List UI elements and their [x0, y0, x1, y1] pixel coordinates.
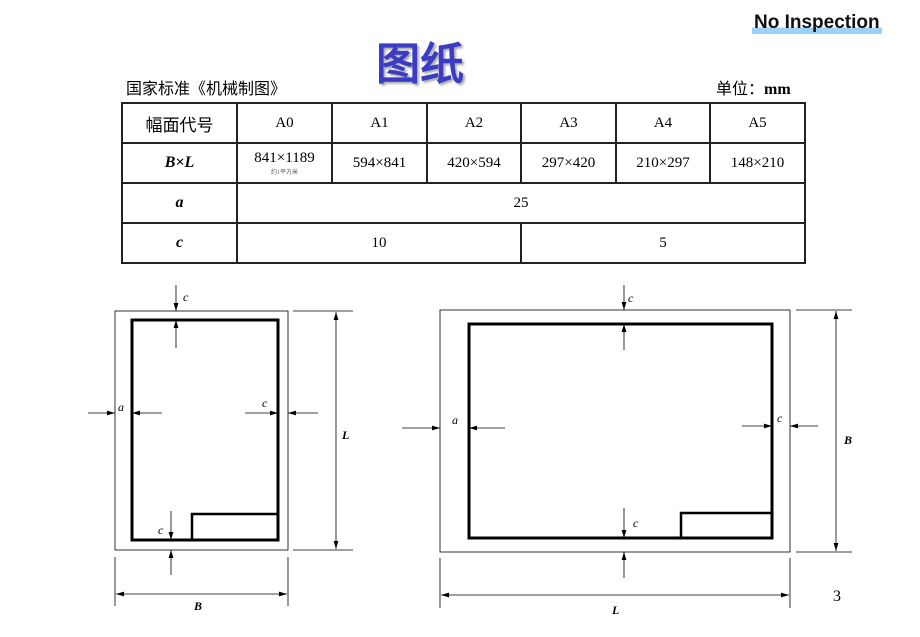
landscape-frame: [402, 285, 852, 608]
title-block: [679, 511, 774, 540]
label-c: c: [262, 396, 268, 410]
label-a: a: [118, 400, 124, 414]
page-number: 3: [833, 588, 841, 605]
label-L: L: [341, 428, 349, 442]
portrait-frame: [88, 285, 353, 606]
label-c: c: [777, 411, 783, 425]
drawing-frame-diagrams: c a c c L B c a c c B L: [88, 285, 852, 617]
label-c: c: [633, 516, 639, 530]
label-B: B: [193, 599, 202, 613]
label-a: a: [452, 413, 458, 427]
portrait-labels: c a c c L B: [118, 290, 349, 613]
label-c: c: [158, 523, 164, 537]
border-frame: [467, 322, 774, 540]
label-c: c: [628, 291, 634, 305]
label-L: L: [611, 603, 619, 617]
landscape-labels: c a c c B L: [452, 291, 852, 617]
title-block: [190, 512, 280, 542]
dimension-lines: [88, 285, 353, 606]
paper-outline: [439, 309, 791, 553]
border-frame: [130, 318, 280, 542]
label-c: c: [183, 290, 189, 304]
label-B: B: [843, 433, 852, 447]
